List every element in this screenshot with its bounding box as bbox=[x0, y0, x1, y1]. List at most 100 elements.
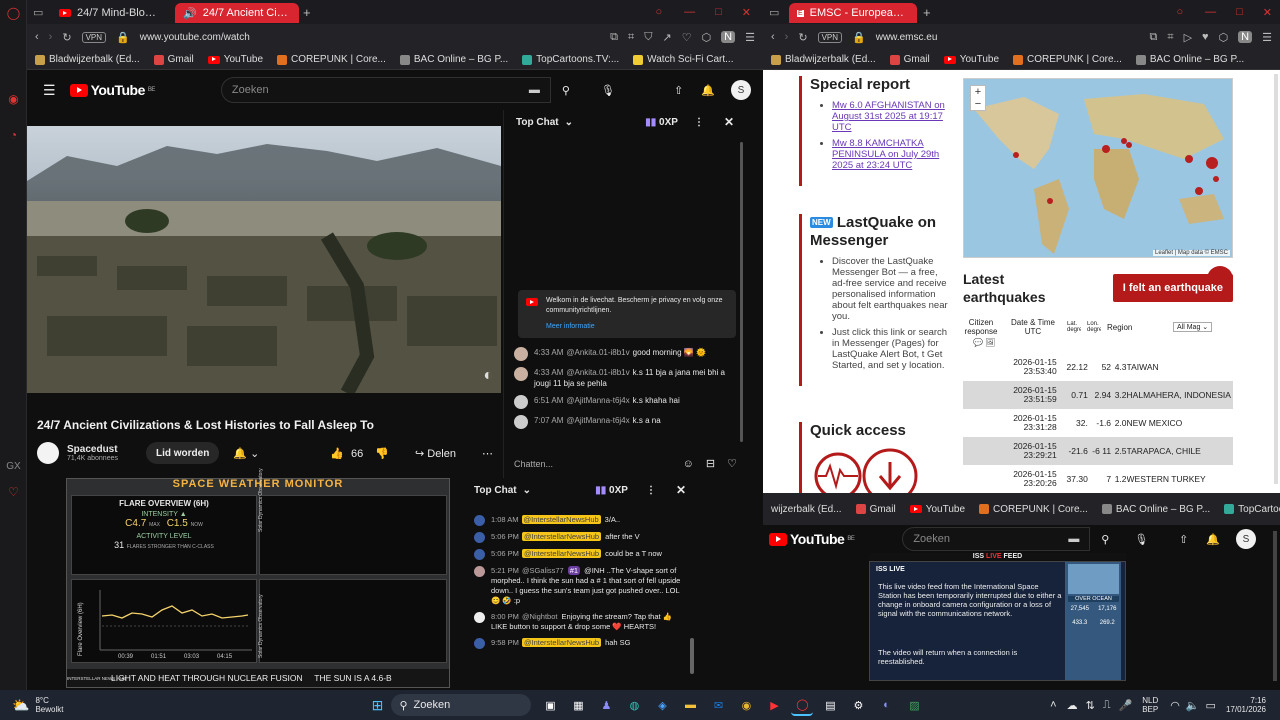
shield-icon[interactable]: ⛉ bbox=[644, 31, 652, 44]
chevron-down-icon[interactable]: ⌄ bbox=[565, 117, 573, 128]
quick-access-icons[interactable] bbox=[810, 444, 930, 493]
table-row[interactable]: 2026-01-15 23:29:21 -21.6 -6 11 2.5 TARAPACA,… bbox=[963, 437, 1233, 465]
gx-icon[interactable]: GX bbox=[0, 453, 27, 479]
microphone-icon[interactable]: 🎙 bbox=[601, 84, 615, 97]
page-scrollbar[interactable] bbox=[1273, 531, 1277, 681]
task-view-icon[interactable]: ▣ bbox=[539, 694, 561, 716]
vpn-badge[interactable]: VPN bbox=[817, 31, 843, 43]
keyboard-icon[interactable]: ▬ bbox=[529, 84, 540, 96]
explorer-icon[interactable]: ▬ bbox=[679, 694, 701, 716]
channel-avatar[interactable] bbox=[37, 442, 59, 464]
youtube-music-icon[interactable]: ◉ bbox=[0, 86, 27, 112]
chat-scrollbar[interactable] bbox=[690, 638, 694, 674]
avatar[interactable]: S bbox=[1236, 529, 1256, 549]
back-icon[interactable]: ‹ bbox=[35, 31, 39, 43]
message-author[interactable]: @InterstellarNewsHub bbox=[521, 549, 602, 558]
forward-icon[interactable]: › bbox=[785, 31, 789, 43]
avatar[interactable] bbox=[474, 549, 485, 560]
opera-gx-icon[interactable]: ◯ bbox=[791, 694, 814, 716]
bookmark-item[interactable]: Bladwijzerbalk (Ed... bbox=[771, 54, 876, 65]
more-icon[interactable]: ⋯ bbox=[482, 447, 493, 460]
bookmark-item[interactable]: Gmail bbox=[889, 54, 930, 65]
message-author[interactable]: @InterstellarNewsHub bbox=[521, 532, 602, 541]
message-author[interactable]: @InterstellarNewsHub bbox=[521, 515, 601, 524]
report-item[interactable]: Mw 6.0 AFGHANISTAN on August 31st 2025 a… bbox=[832, 100, 951, 133]
points-badge[interactable]: ▮▮ 0XP bbox=[645, 117, 678, 128]
bookmark-item[interactable]: Gmail bbox=[855, 504, 896, 515]
more-icon[interactable]: ⋮ bbox=[694, 117, 704, 128]
channel-name[interactable]: Spacedust bbox=[67, 444, 118, 455]
mag-filter[interactable]: All Mag ⌄ bbox=[1173, 322, 1213, 332]
menu-icon[interactable]: ☰ bbox=[745, 31, 755, 44]
wifi-icon[interactable]: ◠ bbox=[1170, 699, 1180, 712]
upload-icon[interactable]: ⇧ bbox=[674, 84, 683, 97]
upload-icon[interactable]: ⇧ bbox=[1179, 533, 1188, 546]
bookmark-item[interactable]: TopCartoons.TV:... bbox=[1224, 504, 1280, 515]
tray-chevron-icon[interactable]: ˄ bbox=[1050, 699, 1056, 711]
youtube-logo[interactable]: YouTube BE bbox=[769, 531, 855, 547]
chat-mode-select[interactable]: Top Chat bbox=[516, 117, 559, 128]
notifications-icon[interactable]: 🔔 bbox=[701, 84, 715, 97]
message-author[interactable]: @InterstellarNewsHub bbox=[521, 638, 602, 647]
message-author[interactable]: @Ankita.01-i8b1v bbox=[566, 348, 629, 357]
bookmark-item[interactable]: Gmail bbox=[153, 54, 194, 65]
table-row[interactable]: 2026-01-15 23:51:59 0.71 2.94 3.2 HALMAHERA, … bbox=[963, 381, 1233, 409]
close-icon[interactable]: ✕ bbox=[724, 115, 734, 129]
avatar[interactable] bbox=[514, 415, 528, 429]
bookmark-item[interactable]: TopCartoons.TV:... bbox=[522, 54, 619, 65]
message-author[interactable]: @AjitManna-t6j4x bbox=[566, 396, 629, 405]
onedrive-icon[interactable]: ☁ bbox=[1067, 699, 1078, 712]
store-icon[interactable]: ▦ bbox=[567, 694, 589, 716]
usb-icon[interactable]: ⎍ bbox=[1103, 699, 1111, 712]
like-button[interactable]: 👍 66 bbox=[330, 447, 363, 460]
heart-icon[interactable]: ♡ bbox=[727, 457, 737, 470]
clock[interactable]: 7:16 17/01/2026 bbox=[1226, 696, 1266, 714]
opera-logo-icon[interactable]: ◯ bbox=[0, 0, 27, 26]
chat-scrollbar[interactable] bbox=[740, 142, 743, 442]
snapshot-icon[interactable]: ⧉ bbox=[1150, 31, 1158, 44]
dislike-button[interactable]: 👎 bbox=[375, 447, 389, 460]
join-button[interactable]: Lid worden bbox=[146, 442, 220, 464]
avatar[interactable] bbox=[474, 515, 485, 526]
network-icon[interactable]: ⇅ bbox=[1086, 699, 1095, 712]
language-indicator[interactable]: NLD BEP bbox=[1142, 696, 1158, 714]
tab-ancient[interactable]: 🔊 24/7 Ancient Civilizatio bbox=[175, 3, 299, 23]
chevron-down-icon[interactable]: ⌄ bbox=[523, 485, 531, 496]
close-window-icon[interactable]: ✕ bbox=[742, 6, 751, 19]
bell-icon[interactable]: 🔔 ⌄ bbox=[233, 447, 259, 460]
hamburger-icon[interactable]: ☰ bbox=[43, 82, 56, 99]
chat-mode-select[interactable]: Top Chat bbox=[474, 485, 517, 496]
bookmark-item[interactable]: BAC Online – BG P... bbox=[1135, 54, 1244, 65]
iss-feed[interactable]: ISS LIVE This live video feed from the I… bbox=[869, 561, 1126, 681]
report-link[interactable]: Mw 6.0 AFGHANISTAN on August 31st 2025 a… bbox=[832, 100, 945, 133]
calculator-icon[interactable]: ▤ bbox=[819, 694, 841, 716]
start-icon[interactable]: ⊞ bbox=[366, 694, 388, 716]
heart-icon[interactable]: ♡ bbox=[0, 479, 27, 505]
settings-icon[interactable]: ⚙ bbox=[847, 694, 869, 716]
bookmark-item[interactable]: YouTube bbox=[207, 54, 263, 65]
volume-icon[interactable]: 🔈 bbox=[1186, 699, 1200, 712]
avatar[interactable] bbox=[474, 638, 485, 649]
edge-icon[interactable]: ◍ bbox=[623, 694, 645, 716]
avatar[interactable] bbox=[474, 566, 485, 577]
taskbar-search[interactable]: ⚲ Zoeken bbox=[391, 694, 532, 716]
more-icon[interactable]: ⋮ bbox=[646, 485, 656, 496]
report-link[interactable]: Mw 8.8 KAMCHATKA PENINSULA on July 29th … bbox=[832, 138, 939, 171]
youtube-app-icon[interactable]: ▶ bbox=[763, 694, 785, 716]
chrome-icon[interactable]: ◉ bbox=[735, 694, 757, 716]
search-input[interactable]: Zoeken ▬ bbox=[220, 77, 551, 103]
message-author[interactable]: @Ankita.01-i8b1v bbox=[566, 368, 629, 377]
menu-icon[interactable]: ☰ bbox=[1262, 31, 1272, 44]
url-field[interactable]: www.emsc.eu bbox=[876, 32, 1140, 43]
bookmark-item[interactable]: COREPUNK | Core... bbox=[1013, 54, 1122, 65]
maximize-icon[interactable]: □ bbox=[715, 6, 722, 18]
close-icon[interactable]: ✕ bbox=[676, 483, 686, 497]
zoom-out-button[interactable]: − bbox=[971, 98, 985, 110]
report-item[interactable]: Mw 8.8 KAMCHATKA PENINSULA on July 29th … bbox=[832, 138, 951, 171]
avatar[interactable] bbox=[474, 532, 485, 543]
battery-icon[interactable]: ▭ bbox=[1206, 699, 1216, 712]
bookmark-item[interactable]: Watch Sci-Fi Cart... bbox=[633, 54, 733, 65]
snapshot-icon[interactable]: ⧉ bbox=[610, 31, 618, 44]
message-author[interactable]: @Nightbot bbox=[522, 612, 558, 621]
crop-icon[interactable]: ⌗ bbox=[628, 31, 634, 44]
